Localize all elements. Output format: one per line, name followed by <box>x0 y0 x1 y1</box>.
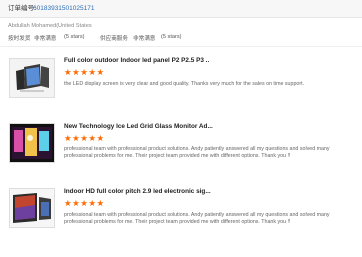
supplier-service-value: 非常满意 <box>133 36 156 42</box>
ontime-delivery-label: 按时发货 <box>8 36 31 42</box>
led-glass-monitor-image[interactable] <box>9 123 55 163</box>
review-rating-stars: ★★★★★ <box>64 133 105 143</box>
review-product-title[interactable]: Indoor HD full color pitch 2.9 led elect… <box>64 188 211 195</box>
supplier-service-stars: (5 stars) <box>161 34 182 40</box>
supplier-service-label: 供应商服务 <box>100 36 128 42</box>
review-rating-stars: ★★★★★ <box>64 67 105 77</box>
review-text: professional team with professional prod… <box>64 146 330 160</box>
buyer-name: Abdullah Mohamed(United States <box>8 23 92 29</box>
divider <box>0 46 362 47</box>
review-product-title[interactable]: New Technology Ice Led Grid Glass Monito… <box>64 123 213 130</box>
review-product-title[interactable]: Full color outdoor Indoor led panel P2 P… <box>64 57 209 64</box>
ontime-delivery-value: 非常满意 <box>34 36 57 42</box>
indoor-led-panel-image[interactable] <box>9 58 55 98</box>
order-number-link[interactable]: 60183931501025171 <box>33 0 94 17</box>
order-header: 订单编号: 60183931501025171 <box>0 0 362 18</box>
led-signage-image[interactable] <box>9 188 55 228</box>
ontime-delivery-stars: (5 stars) <box>64 34 85 40</box>
review-text: professional team with professional prod… <box>64 212 330 226</box>
review-rating-stars: ★★★★★ <box>64 198 105 208</box>
review-text: the LED display screen is very clear and… <box>64 81 305 87</box>
order-number-label: 订单编号: <box>8 5 36 12</box>
